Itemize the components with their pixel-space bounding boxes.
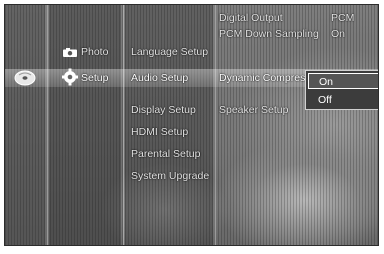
disc-icon xyxy=(14,70,36,86)
setting-pcm-down-sampling[interactable]: PCM Down Sampling xyxy=(219,25,319,43)
setting-dynamic-compression[interactable]: Dynamic Compression xyxy=(219,69,305,87)
menu-item-setup-label: Setup xyxy=(81,72,109,84)
column-icons xyxy=(5,5,45,245)
gear-icon xyxy=(62,68,78,86)
setting-pcm-down-sampling-label: PCM Down Sampling xyxy=(219,28,319,40)
camera-icon xyxy=(63,48,77,57)
setup-screen: Photo Setup Language Setup Audio Setup D… xyxy=(4,4,379,246)
divider xyxy=(123,5,124,245)
divider xyxy=(215,5,216,245)
dropdown-option-off[interactable]: Off xyxy=(308,92,378,108)
setting-speaker-setup[interactable]: Speaker Setup xyxy=(219,101,288,119)
dynamic-compression-dropdown[interactable]: On Off xyxy=(305,70,378,110)
setup-item-system-upgrade[interactable]: System Upgrade xyxy=(131,167,209,185)
column-main-menu xyxy=(49,5,121,245)
setting-speaker-setup-label: Speaker Setup xyxy=(219,104,289,116)
setup-item-display[interactable]: Display Setup xyxy=(131,101,196,119)
setup-item-language[interactable]: Language Setup xyxy=(131,43,208,61)
setup-item-audio[interactable]: Audio Setup xyxy=(131,69,188,87)
menu-item-photo-label: Photo xyxy=(81,46,109,58)
setting-pcm-down-sampling-value: On xyxy=(331,28,346,40)
divider xyxy=(47,5,48,245)
setup-item-hdmi[interactable]: HDMI Setup xyxy=(131,123,188,141)
setting-digital-output-label: Digital Output xyxy=(219,12,283,24)
dropdown-option-on[interactable]: On xyxy=(308,73,378,89)
setting-dynamic-compression-label: Dynamic Compression xyxy=(219,72,305,84)
setup-item-parental[interactable]: Parental Setup xyxy=(131,145,200,163)
